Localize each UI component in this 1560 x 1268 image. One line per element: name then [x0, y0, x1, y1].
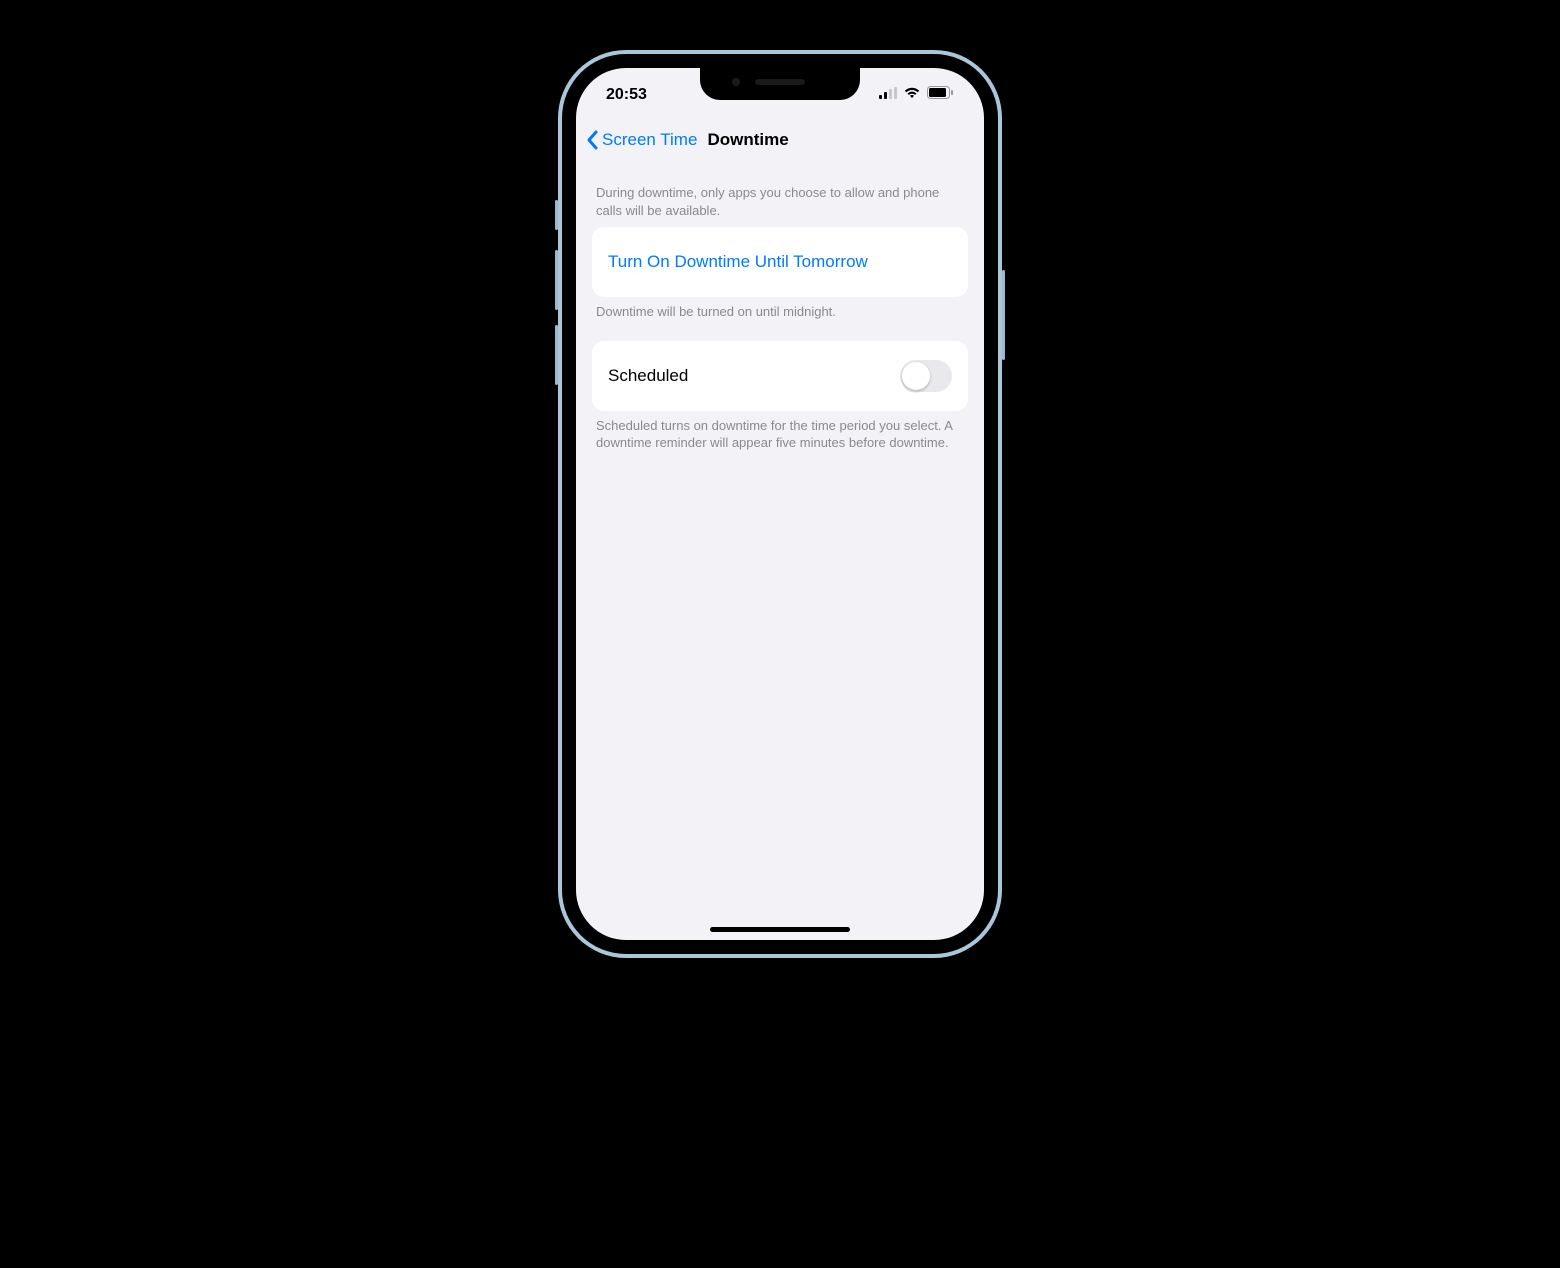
device-frame: 20:53: [558, 50, 1002, 958]
scheduled-footer: Scheduled turns on downtime for the time…: [576, 411, 984, 460]
nav-bar: Screen Time Downtime: [576, 118, 984, 162]
cellular-signal-icon: [879, 86, 897, 104]
notch: [700, 68, 860, 100]
turn-on-footer: Downtime will be turned on until midnigh…: [576, 297, 984, 329]
home-indicator[interactable]: [710, 927, 850, 932]
wifi-icon: [903, 86, 921, 104]
content-scroll[interactable]: During downtime, only apps you choose to…: [576, 168, 984, 940]
back-label: Screen Time: [602, 130, 697, 150]
power-button: [1002, 270, 1005, 360]
page-title: Downtime: [707, 130, 788, 150]
turn-on-group: Turn On Downtime Until Tomorrow: [592, 227, 968, 297]
chevron-left-icon: [586, 130, 598, 150]
battery-icon: [927, 86, 954, 104]
scheduled-group: Scheduled: [592, 341, 968, 411]
toggle-knob: [902, 362, 930, 390]
turn-on-label: Turn On Downtime Until Tomorrow: [608, 252, 868, 272]
silent-switch: [555, 200, 558, 230]
volume-up-button: [555, 250, 558, 310]
intro-text: During downtime, only apps you choose to…: [576, 184, 984, 227]
screen: 20:53: [576, 68, 984, 940]
scheduled-toggle[interactable]: [900, 360, 952, 392]
scheduled-label: Scheduled: [608, 366, 688, 386]
volume-down-button: [555, 325, 558, 385]
turn-on-downtime-button[interactable]: Turn On Downtime Until Tomorrow: [592, 227, 968, 297]
status-time: 20:53: [606, 86, 647, 104]
status-icons: [879, 86, 954, 104]
scheduled-row: Scheduled: [592, 341, 968, 411]
back-button[interactable]: Screen Time: [576, 130, 697, 150]
